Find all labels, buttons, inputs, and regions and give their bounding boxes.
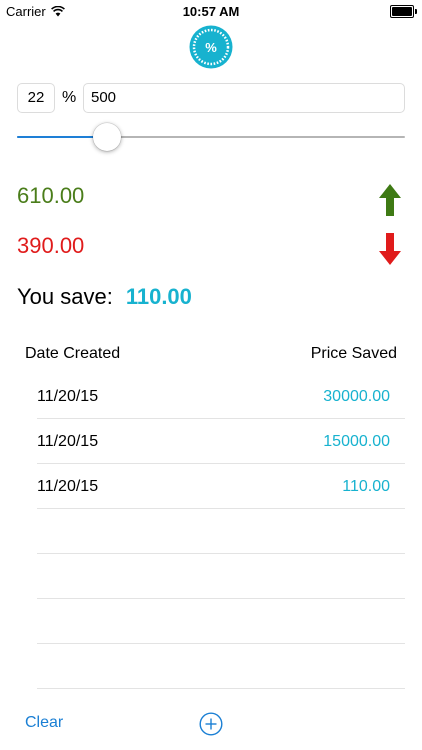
table-row[interactable]: 11/20/15 30000.00 bbox=[37, 374, 405, 419]
status-bar: Carrier 10:57 AM bbox=[0, 0, 422, 22]
plus-circle-icon[interactable] bbox=[199, 712, 223, 736]
column-header-date: Date Created bbox=[25, 345, 121, 362]
price-input[interactable]: 500 bbox=[83, 83, 405, 113]
percent-input[interactable]: 22 bbox=[17, 83, 55, 113]
row-price: 110.00 bbox=[342, 478, 390, 495]
arrow-down-icon bbox=[379, 233, 401, 265]
percent-slider[interactable] bbox=[17, 122, 405, 152]
row-date: 11/20/15 bbox=[37, 388, 99, 405]
row-price: 30000.00 bbox=[323, 388, 390, 405]
status-time: 10:57 AM bbox=[182, 4, 240, 19]
savings-summary: You save: 110.00 bbox=[17, 284, 192, 310]
row-date: 11/20/15 bbox=[37, 478, 99, 495]
row-price: 15000.00 bbox=[323, 433, 390, 450]
empty-row bbox=[37, 509, 405, 554]
decreased-price-value: 390.00 bbox=[17, 233, 85, 258]
save-label: You save: bbox=[17, 284, 113, 309]
history-list[interactable]: 11/20/15 30000.00 11/20/15 15000.00 11/2… bbox=[37, 374, 405, 689]
slider-thumb[interactable] bbox=[93, 123, 122, 151]
percent-badge-icon: % bbox=[189, 25, 233, 69]
table-row[interactable]: 11/20/15 110.00 bbox=[37, 464, 405, 509]
empty-row bbox=[37, 644, 405, 689]
table-row[interactable]: 11/20/15 15000.00 bbox=[37, 419, 405, 464]
clear-button[interactable]: Clear bbox=[25, 714, 63, 732]
history-table-header: Date Created Price Saved bbox=[25, 345, 397, 363]
column-header-price: Price Saved bbox=[310, 345, 397, 362]
row-date: 11/20/15 bbox=[37, 433, 99, 450]
empty-row bbox=[37, 554, 405, 599]
logo-symbol: % bbox=[205, 40, 217, 55]
save-value: 110.00 bbox=[125, 284, 192, 309]
increased-price-value: 610.00 bbox=[17, 183, 85, 208]
arrow-up-icon bbox=[379, 184, 401, 216]
empty-row bbox=[37, 599, 405, 644]
battery-icon bbox=[390, 5, 417, 18]
percent-sign-label: % bbox=[62, 89, 77, 106]
